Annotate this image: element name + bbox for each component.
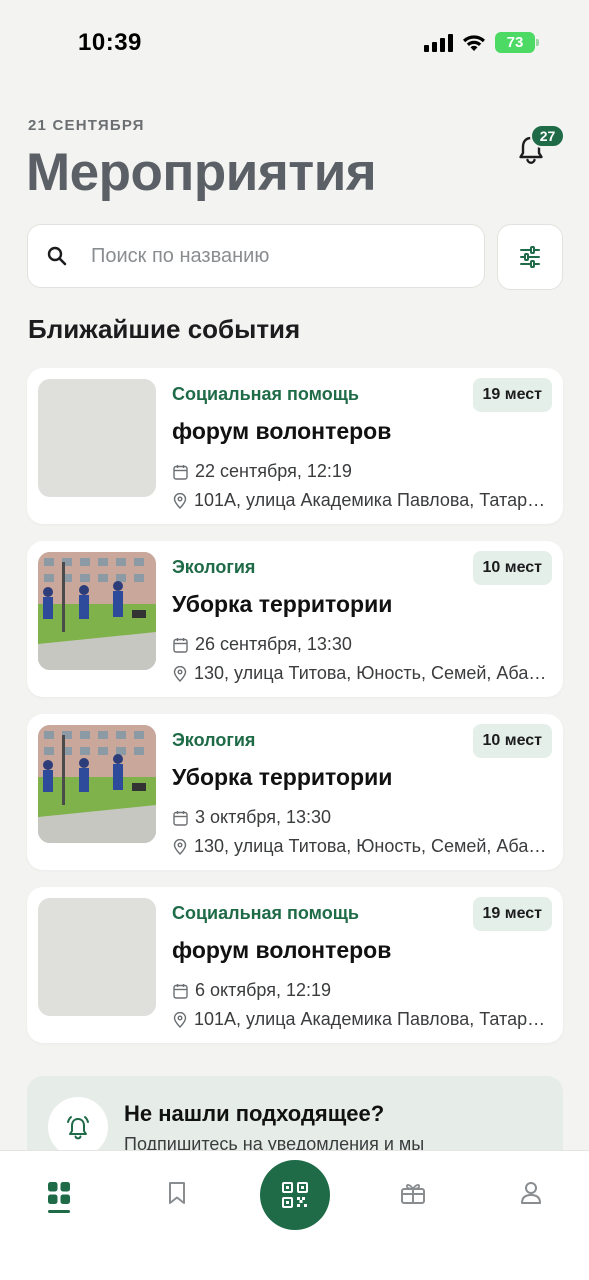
event-title: Уборка территории [172,764,393,790]
event-title: форум волонтеров [172,418,392,444]
section-title: Ближайшие события [28,314,301,344]
grid-icon [48,1182,70,1204]
event-date: 26 сентября, 13:30 [195,634,352,654]
event-address-row: 130, улица Титова, Юность, Семей, Абайск… [173,663,553,684]
map-pin-icon [173,1011,187,1028]
profile-icon [521,1182,541,1204]
alarm-bell-icon [67,1116,89,1140]
current-date: 21 СЕНТЯБРЯ [28,117,145,134]
event-thumbnail-placeholder [38,898,156,1016]
gift-icon [401,1184,425,1204]
sliders-icon [520,246,540,268]
event-seats-badge: 19 мест [472,897,552,931]
battery-indicator: 73 [495,32,539,53]
qr-code-icon [282,1182,308,1208]
search-input[interactable] [91,244,431,268]
battery-tip [536,39,539,46]
event-seats-badge: 19 мест [472,378,552,412]
subscribe-title: Не нашли подходящее? [124,1101,385,1126]
event-thumbnail-placeholder [38,379,156,497]
battery-level: 73 [506,34,524,51]
page-title: Мероприятия [26,143,377,202]
nav-active-indicator [48,1210,70,1213]
filter-button[interactable] [497,224,563,290]
event-category: Экология [172,730,256,750]
event-seats-badge: 10 мест [472,551,552,585]
event-category: Социальная помощь [172,903,359,923]
cleanup-photo [38,552,156,670]
map-pin-icon [173,492,187,509]
event-card[interactable]: Социальная помощь 19 мест форум волонтер… [27,368,563,524]
search-box[interactable] [27,224,485,288]
event-date-row: 3 октября, 13:30 [173,807,331,828]
event-card[interactable]: Экология 10 мест Уборка территории 3 окт… [27,714,563,870]
calendar-icon [173,464,188,480]
subscribe-icon-circle [48,1097,108,1157]
status-icons: 73 [424,32,539,53]
event-date-row: 6 октября, 12:19 [173,980,331,1001]
wifi-icon [463,34,485,51]
event-category: Экология [172,557,256,577]
event-date: 6 октября, 12:19 [195,980,332,1000]
nav-profile[interactable] [511,1173,551,1213]
event-address: 130, улица Титова, Юность, Семей, Абайск… [194,836,550,856]
status-time: 10:39 [78,29,142,56]
bookmark-icon [169,1182,185,1204]
status-bar: 10:39 73 [0,0,589,88]
event-date-row: 26 сентября, 13:30 [173,634,352,655]
event-address-row: 130, улица Титова, Юность, Семей, Абайск… [173,836,553,857]
event-title: Уборка территории [172,591,393,617]
cleanup-photo [38,725,156,843]
cellular-signal-icon [424,33,453,52]
event-date: 22 сентября, 12:19 [195,461,352,481]
map-pin-icon [173,665,187,682]
search-icon [47,246,67,266]
nav-favorites[interactable] [157,1173,197,1213]
event-address: 101А, улица Академика Павлова, Татарстан [194,1009,550,1029]
notifications-badge: 27 [530,124,565,148]
event-title: форум волонтеров [172,937,392,963]
event-category: Социальная помощь [172,384,359,404]
event-address: 101А, улица Академика Павлова, Татарстан [194,490,550,510]
calendar-icon [173,983,188,999]
event-address-row: 101А, улица Академика Павлова, Татарстан [173,490,553,511]
event-seats-badge: 10 мест [472,724,552,758]
event-date: 3 октября, 13:30 [195,807,332,827]
event-address: 130, улица Титова, Юность, Семей, Абайск… [194,663,550,683]
event-photo [38,725,156,843]
event-address-row: 101А, улица Академика Павлова, Татарстан [173,1009,553,1030]
qr-scan-button[interactable] [260,1160,330,1230]
nav-rewards[interactable] [393,1173,433,1213]
event-card[interactable]: Социальная помощь 19 мест форум волонтер… [27,887,563,1043]
event-photo [38,552,156,670]
map-pin-icon [173,838,187,855]
calendar-icon [173,810,188,826]
calendar-icon [173,637,188,653]
event-card[interactable]: Экология 10 мест Уборка территории 26 се… [27,541,563,697]
event-date-row: 22 сентября, 12:19 [173,461,352,482]
nav-home[interactable] [39,1173,79,1213]
